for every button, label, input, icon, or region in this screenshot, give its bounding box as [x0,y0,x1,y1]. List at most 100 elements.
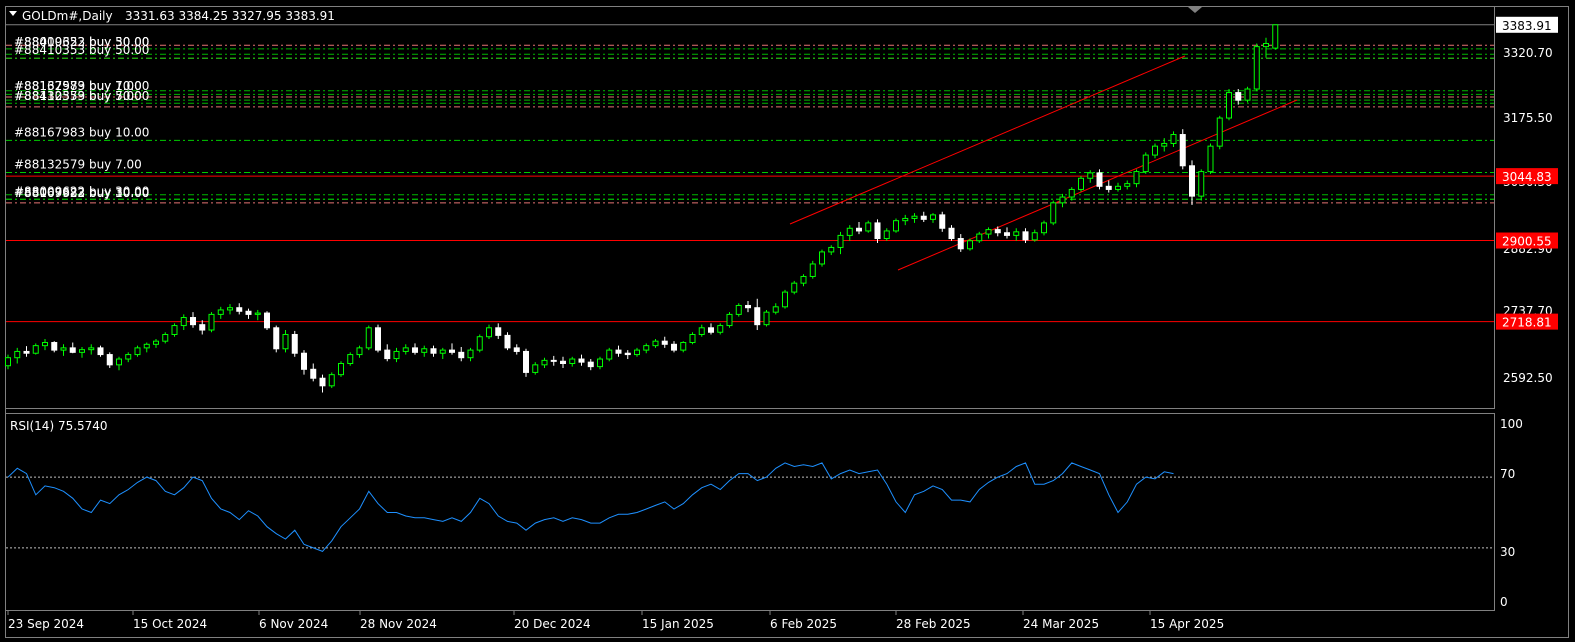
candle [134,345,141,357]
candle [1207,143,1214,174]
candle [1179,129,1186,170]
candle [652,338,659,348]
candle [560,356,566,368]
candle [828,245,835,256]
candle [782,289,788,309]
candle [883,228,890,241]
candle [680,341,687,353]
candle [5,354,11,370]
date-axis-label: 24 Mar 2025 [1023,617,1099,631]
candle [1272,24,1279,50]
candle [634,347,640,357]
trend-channel[interactable] [789,55,1298,271]
candle [671,341,677,353]
candle [236,303,243,315]
candle [569,356,576,367]
trading-chart-window[interactable]: #88167983 buy 10.00 #88132579 buy 7.00 #88… [0,0,1575,642]
candles-layer [5,24,1279,393]
candle [412,343,418,355]
candle [51,341,58,353]
rsi-axis-label: 70 [1500,467,1515,481]
candle [800,274,807,287]
candle [1124,180,1131,190]
shift-marker-icon[interactable] [1188,7,1202,13]
candle [449,343,455,355]
order-label: #88410353 buy 50.00 [14,89,149,103]
candle [1170,131,1177,148]
candle [837,231,844,255]
current-price-value: 3383.91 [1502,19,1552,33]
candle [393,347,400,363]
candle [957,234,964,252]
order-label: #88132579 buy 7.00 [14,157,142,171]
candle [661,336,668,348]
order-label: #88167983 buy 10.00 [14,125,149,139]
candle [88,344,95,355]
candle [273,325,280,353]
candle [1235,89,1242,105]
rsi-axis-label: 0 [1500,595,1508,609]
candle [365,325,372,351]
candle [180,314,187,331]
candle [874,219,881,243]
candle [1050,200,1057,226]
candle [1078,176,1084,192]
candle [217,306,224,319]
candle [1115,182,1121,192]
rsi-layer [6,462,1494,552]
candle [1161,138,1168,152]
candle [116,356,122,371]
chart-lines-layer: #88167983 buy 10.00 #88132579 buy 7.00 #88… [6,24,1494,323]
price-pane-frame [5,6,1495,409]
candle [1068,187,1075,201]
candle [717,323,724,335]
candle [254,309,261,321]
candle [14,347,21,364]
candle [893,218,899,233]
price-axis-label: 2592.50 [1503,371,1553,385]
candle [587,359,594,371]
candle [486,324,492,339]
candle [532,362,539,375]
candle [791,280,798,295]
candle [615,345,622,357]
candle [1198,169,1205,201]
candle [735,303,742,317]
date-axis-label: 6 Feb 2025 [770,617,837,631]
candle [162,332,169,344]
candle [513,344,520,355]
candle [1216,115,1223,150]
rsi-line [7,462,1174,552]
ohlc-values: 3331.63 3384.25 3327.95 3383.91 [125,9,335,23]
candle [301,350,307,375]
order-label: #88009622 buy 30.00 [14,35,149,49]
rsi-axis-label: 100 [1500,417,1523,431]
date-axis-label: 15 Apr 2025 [1150,617,1224,631]
candle [106,352,113,368]
candle [69,342,76,354]
candle [125,352,132,363]
candle [809,260,816,279]
candle [578,354,585,366]
candle [476,334,483,353]
candle [171,323,178,337]
candle [282,330,289,353]
candle [643,343,650,354]
candle [930,213,936,223]
candle [143,342,150,353]
candle [347,352,354,366]
candle [967,238,973,251]
candle [856,222,862,235]
candle [1152,143,1158,159]
candle [689,332,696,345]
level-price-value: 2900.55 [1502,235,1552,249]
candle [624,350,631,360]
candle [754,298,761,331]
symbol-dropdown-icon[interactable] [9,11,17,16]
price-axis-label: 3320.70 [1503,46,1553,60]
candle [208,312,215,333]
candle [902,214,909,226]
candle [1189,160,1195,206]
candle [1031,229,1038,242]
candle [79,346,85,358]
